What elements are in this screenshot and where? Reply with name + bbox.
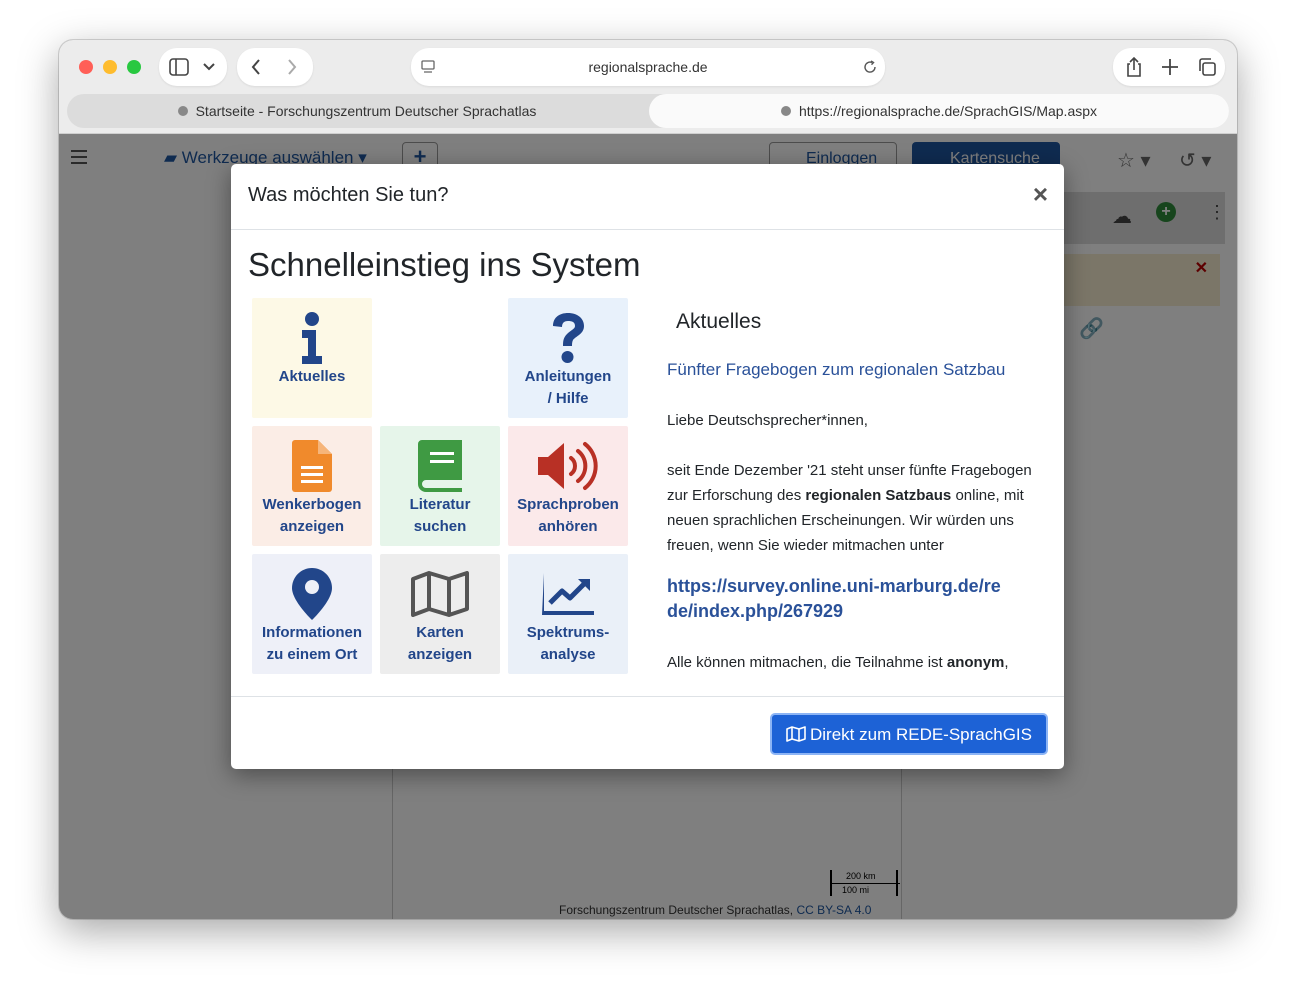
browser-toolbar: regionalsprache.de Startseite - Forschun… <box>59 40 1237 134</box>
modal-body: Schnelleinstieg ins System Aktuelles Anl… <box>231 230 1064 696</box>
quickstart-modal: Was möchten Sie tun? × Schnelleinstieg i… <box>231 164 1064 769</box>
news-greeting: Liebe Deutschsprecher*innen, <box>667 412 868 429</box>
browser-window: regionalsprache.de Startseite - Forschun… <box>59 40 1237 919</box>
map-icon <box>786 726 806 742</box>
open-sprachgis-label: Direkt zum REDE-SprachGIS <box>810 725 1032 744</box>
tab-label: Startseite - Forschungszentrum Deutscher… <box>195 103 537 119</box>
tile-label: Sprachproben anhören <box>517 496 619 535</box>
forward-icon[interactable] <box>287 59 297 75</box>
address-text: regionalsprache.de <box>588 59 708 75</box>
news-bold: regionalen Satzbaus <box>805 487 952 504</box>
zoom-window-button[interactable] <box>127 60 141 74</box>
address-bar[interactable]: regionalsprache.de <box>411 48 885 86</box>
toolbar-right <box>1113 48 1225 86</box>
page-title: Schnelleinstieg ins System <box>248 246 641 283</box>
news-section: Aktuelles Fünfter Fragebogen zum regiona… <box>667 230 1047 696</box>
info-icon <box>302 312 322 364</box>
modal-footer: Direkt zum REDE-SprachGIS <box>231 696 1064 769</box>
tile-karten[interactable]: Karten anzeigen <box>380 554 500 674</box>
tile-label: Spektrums- analyse <box>526 624 610 663</box>
tile-label: Wenkerbogen anzeigen <box>262 496 362 535</box>
sidebar-icon <box>169 58 189 76</box>
back-icon[interactable] <box>251 59 261 75</box>
tile-literatur[interactable]: Literatur suchen <box>380 426 500 546</box>
close-window-button[interactable] <box>79 60 93 74</box>
tab-sprachgis[interactable]: https://regionalsprache.de/SprachGIS/Map… <box>649 94 1229 128</box>
tab-label: https://regionalsprache.de/SprachGIS/Map… <box>798 103 1098 119</box>
map-marker-icon <box>292 568 332 620</box>
tile-label: Literatur suchen <box>409 496 471 535</box>
tile-label: Informationen zu einem Ort <box>262 624 362 663</box>
tile-label: Anleitungen / Hilfe <box>524 368 612 407</box>
news-text: Alle können mitmachen, die Teilnahme ist <box>667 654 947 671</box>
speaker-icon <box>538 442 598 490</box>
chevron-down-icon <box>203 63 215 71</box>
modal-title: Was möchten Sie tun? <box>248 184 449 206</box>
news-bold: anonym <box>946 654 1005 671</box>
news-paragraph: seit Ende Dezember '21 steht unser fünft… <box>667 458 1032 558</box>
news-text: , <box>1004 654 1009 671</box>
tab-startseite[interactable]: Startseite - Forschungszentrum Deutscher… <box>67 94 647 128</box>
survey-link[interactable]: https://survey.online.uni-marburg.de/red… <box>667 574 1007 624</box>
tile-aktuelles[interactable]: Aktuelles <box>252 298 372 418</box>
globe-icon <box>177 106 188 116</box>
tile-wenkerbogen[interactable]: Wenkerbogen anzeigen <box>252 426 372 546</box>
open-sprachgis-button[interactable]: Direkt zum REDE-SprachGIS <box>770 713 1048 755</box>
news-paragraph: Alle können mitmachen, die Teilnahme ist… <box>667 650 1032 675</box>
chart-icon <box>542 573 594 615</box>
tile-sprachproben[interactable]: Sprachproben anhören <box>508 426 628 546</box>
tabs-overview-icon[interactable] <box>1197 57 1217 77</box>
globe-icon <box>780 106 791 116</box>
sidebar-toggle[interactable] <box>159 48 227 86</box>
tile-label: Karten anzeigen <box>407 624 473 663</box>
share-icon[interactable] <box>1125 56 1143 78</box>
question-icon <box>553 313 584 363</box>
book-icon <box>418 440 462 492</box>
history-nav <box>237 48 313 86</box>
tile-anleitungen-hilfe[interactable]: Anleitungen / Hilfe <box>508 298 628 418</box>
news-title-link[interactable]: Fünfter Fragebogen zum regionalen Satzba… <box>667 360 1005 380</box>
tile-spektrumsanalyse[interactable]: Spektrums- analyse <box>508 554 628 674</box>
news-heading: Aktuelles <box>676 310 762 333</box>
tile-ort-informationen[interactable]: Informationen zu einem Ort <box>252 554 372 674</box>
new-tab-icon[interactable] <box>1161 58 1179 76</box>
tile-label: Aktuelles <box>278 368 346 385</box>
modal-header: Was möchten Sie tun? × <box>231 164 1064 230</box>
map-icon <box>411 571 469 617</box>
document-icon <box>292 440 332 492</box>
close-icon[interactable]: × <box>1033 180 1048 208</box>
minimize-window-button[interactable] <box>103 60 117 74</box>
reload-icon[interactable] <box>863 60 877 74</box>
tab-bar: Startseite - Forschungszentrum Deutscher… <box>67 94 1229 128</box>
